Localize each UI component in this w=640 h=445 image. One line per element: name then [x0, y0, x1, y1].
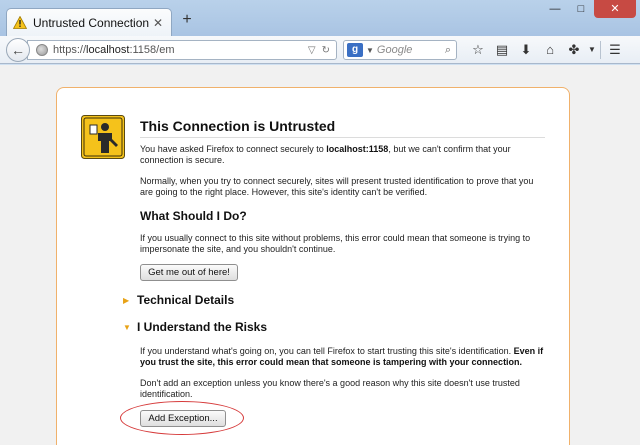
navigation-toolbar: https://localhost:1158/em ▽ ↻ ← g ▼ Goog…	[0, 36, 640, 64]
expanded-triangle-icon: ▼	[123, 322, 131, 332]
back-button[interactable]: ←	[6, 38, 30, 62]
minimize-button[interactable]: —	[542, 0, 568, 18]
understand-risks-label: I Understand the Risks	[137, 320, 268, 334]
home-icon[interactable]: ⌂	[538, 40, 562, 60]
url-text[interactable]: https://localhost:1158/em	[53, 44, 308, 56]
globe-icon[interactable]	[36, 44, 48, 56]
star-icon[interactable]: ☆	[466, 40, 490, 60]
engine-dropdown-icon[interactable]: ▼	[366, 46, 374, 55]
tab-untrusted-connection[interactable]: Untrusted Connection ✕	[6, 8, 172, 36]
page-content: This Connection is Untrusted You have as…	[0, 65, 640, 445]
extension-icon[interactable]: ✤	[562, 40, 586, 60]
back-arrow-icon: ←	[11, 42, 25, 58]
technical-details-toggle[interactable]: ▶ Technical Details	[123, 293, 234, 307]
untrusted-certificate-icon	[81, 115, 125, 159]
understand-risks-toggle[interactable]: ▼ I Understand the Risks	[123, 320, 267, 334]
risks-paragraph: If you understand what's going on, you c…	[140, 346, 544, 367]
search-icon[interactable]: ⌕	[440, 44, 456, 57]
download-icon[interactable]: ⬇	[514, 40, 538, 60]
window-controls: — □ ✕	[542, 0, 636, 18]
what-should-i-do-heading: What Should I Do?	[140, 209, 247, 223]
search-input[interactable]: Google	[377, 44, 440, 56]
title-bar: Untrusted Connection ✕ + — □ ✕	[0, 0, 640, 36]
close-window-button[interactable]: ✕	[594, 0, 636, 18]
toolbar-icons: ☆ ▤ ⬇ ⌂ ✤ ▼ ☰	[466, 40, 627, 60]
maximize-button[interactable]: □	[568, 0, 594, 18]
normally-paragraph: Normally, when you try to connect secure…	[140, 176, 534, 197]
menu-icon[interactable]: ☰	[603, 40, 627, 60]
url-dropdown-icon[interactable]: ▽	[308, 45, 316, 56]
intro-paragraph: You have asked Firefox to connect secure…	[140, 144, 511, 165]
dont-add-paragraph: Don't add an exception unless you know t…	[140, 378, 520, 399]
error-page-container: This Connection is Untrusted You have as…	[56, 87, 570, 445]
search-bar[interactable]: g ▼ Google ⌕	[343, 40, 457, 60]
new-tab-button[interactable]: +	[178, 12, 196, 30]
tab-close-icon[interactable]: ✕	[151, 16, 165, 30]
get-me-out-button[interactable]: Get me out of here!	[140, 264, 238, 281]
extension-dropdown-icon[interactable]: ▼	[586, 40, 598, 60]
technical-details-label: Technical Details	[137, 293, 235, 307]
highlight-annotation-ellipse	[120, 401, 244, 435]
what-should-i-do-text: If you usually connect to this site with…	[140, 233, 531, 254]
page-title: This Connection is Untrusted	[140, 118, 336, 134]
clipboard-icon[interactable]: ▤	[490, 40, 514, 60]
warning-icon	[13, 16, 27, 29]
reload-icon[interactable]: ↻	[322, 45, 330, 56]
url-bar[interactable]: https://localhost:1158/em ▽ ↻	[27, 40, 337, 60]
collapsed-triangle-icon: ▶	[123, 295, 130, 305]
tab-title: Untrusted Connection	[33, 15, 150, 30]
toolbar-separator	[600, 41, 601, 59]
google-engine-icon[interactable]: g	[347, 43, 363, 57]
title-divider	[140, 137, 545, 138]
